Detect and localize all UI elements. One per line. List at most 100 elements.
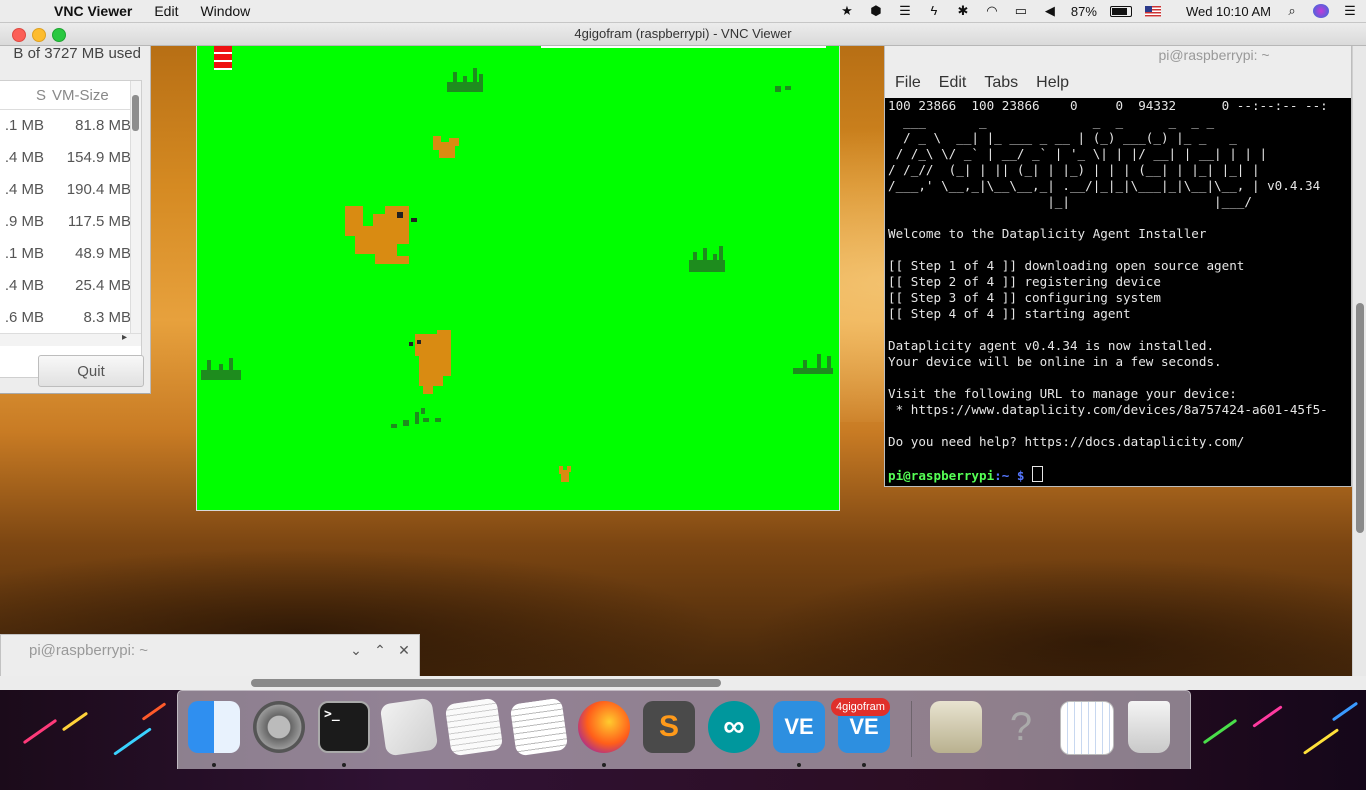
cell-rss: .4 MB (4, 277, 44, 294)
terminal-line: Dataplicity agent v0.4.34 is now install… (888, 338, 1215, 353)
trash-icon[interactable] (1128, 701, 1170, 753)
terminal-menu-edit[interactable]: Edit (939, 74, 967, 92)
vnc-viewer-icon[interactable]: VE (773, 701, 825, 753)
terminal-title-text: pi@raspberrypi: ~ (1158, 47, 1270, 63)
cell-rss: .1 MB (4, 117, 44, 134)
star-icon[interactable]: ★ (839, 4, 855, 18)
cell-rss: .4 MB (4, 149, 44, 166)
sublime-text-icon[interactable]: S (643, 701, 695, 753)
input-flag-icon[interactable] (1144, 5, 1161, 17)
running-indicator (862, 763, 866, 767)
terminal-line: [[ Step 2 of 4 ]] registering device (888, 274, 1161, 289)
status-area: ★ ⬢ ☰ ϟ ✱ ◠ ▭ ◀ 87% Wed 10:10 AM ⌕ ☰ (839, 0, 1358, 22)
spotlight-search-icon[interactable]: ⌕ (1284, 4, 1300, 18)
terminal-menu-file[interactable]: File (895, 74, 921, 92)
squirrel-sprite-large (345, 206, 417, 264)
terminal-prompt-line[interactable]: pi@raspberrypi:~ $ (885, 466, 1351, 483)
cell-rss: .4 MB (4, 181, 44, 198)
siri-icon[interactable] (1313, 4, 1329, 18)
minimized-terminal-window[interactable]: pi@raspberrypi: ~ ⌄ ⌃ ✕ (0, 634, 420, 678)
terminal-line: / _ \ __| |_ ___ _ __ | (_) ___(_) |_ _ … (888, 130, 1237, 145)
running-indicator (212, 763, 216, 767)
arduino-icon-label: ∞ (723, 710, 745, 743)
grass-tuft (391, 408, 441, 428)
drive-icon[interactable]: ☰ (897, 4, 913, 18)
cell-rss: .1 MB (4, 245, 44, 262)
wifi-icon[interactable]: ◠ (984, 4, 1000, 18)
table-row[interactable]: .1 MB 81.8 MB (0, 110, 141, 142)
battery-percent[interactable]: 87% (1071, 4, 1097, 19)
textedit-icon[interactable] (509, 697, 569, 757)
script-editor-icon[interactable] (379, 697, 439, 757)
squirrel-sprite-medium (409, 330, 451, 394)
calendar-icon[interactable] (1060, 701, 1114, 755)
scrollbar-thumb[interactable] (251, 679, 721, 687)
clock[interactable]: Wed 10:10 AM (1186, 4, 1271, 19)
terminal-title: pi@raspberrypi: ~ (885, 46, 1351, 67)
terminal-icon[interactable]: >_ (318, 701, 370, 753)
table-row[interactable]: .6 MB 8.3 MB (0, 302, 141, 334)
vnc-vertical-scrollbar[interactable] (1352, 45, 1366, 678)
volume-icon[interactable]: ◀ (1042, 4, 1058, 18)
preview-icon[interactable] (930, 701, 982, 753)
system-preferences-icon[interactable] (253, 701, 305, 753)
terminal-menubar: File Edit Tabs Help (895, 74, 1069, 92)
notification-center-icon[interactable]: ☰ (1342, 4, 1358, 18)
task-manager-window: B of 3727 MB used S VM-Size .1 MB 81.8 MB… (0, 45, 151, 394)
vertical-scrollbar[interactable] (130, 81, 141, 333)
scrollbar-thumb[interactable] (1356, 303, 1364, 533)
terminal-icon-label: >_ (324, 707, 340, 722)
arduino-icon[interactable]: ∞ (708, 701, 760, 753)
box-icon[interactable]: ⬢ (868, 4, 884, 18)
terminal-menu-tabs[interactable]: Tabs (984, 74, 1018, 92)
table-row[interactable]: .4 MB 154.9 MB (0, 142, 141, 174)
close-icon[interactable]: ✕ (397, 642, 411, 659)
battery-icon[interactable] (1109, 5, 1132, 17)
scrollbar-thumb[interactable] (132, 95, 139, 131)
column-header-vm-size[interactable]: VM-Size (52, 87, 109, 104)
cell-vm-size: 8.3 MB (83, 309, 131, 326)
textedit-preview-icon[interactable] (444, 697, 504, 757)
terminal-menu-help[interactable]: Help (1036, 74, 1069, 92)
finder-icon[interactable] (188, 701, 240, 753)
help-icon-label: ? (1009, 704, 1033, 749)
terminal-line: /___,' \__,_|\__\__,_| .__/|_|_|\___|_|\… (888, 178, 1321, 193)
bluetooth-icon[interactable]: ✱ (955, 4, 971, 18)
dock: >_ S ∞ VE VE ? (177, 690, 1191, 769)
table-row[interactable]: .9 MB 117.5 MB (0, 206, 141, 238)
airplay-icon[interactable]: ▭ (1013, 4, 1029, 18)
scroll-right-arrow-icon[interactable]: ▸ (122, 332, 127, 343)
minimize-icon[interactable]: ⌄ (349, 642, 363, 659)
table-row[interactable]: .4 MB 190.4 MB (0, 174, 141, 206)
cell-vm-size: 190.4 MB (66, 181, 131, 198)
terminal-line: [[ Step 3 of 4 ]] configuring system (888, 290, 1161, 305)
game-canvas[interactable] (196, 45, 840, 511)
vnc-horizontal-scrollbar[interactable] (0, 676, 1366, 690)
prompt-path: :~ $ (994, 468, 1025, 483)
grass-tuft (775, 86, 791, 92)
horizontal-scrollbar[interactable]: ▸ (0, 332, 141, 346)
terminal-line: 100 23866 100 23866 0 0 94332 0 --:--:--… (888, 98, 1328, 113)
firefox-icon[interactable] (578, 701, 630, 753)
quit-button[interactable]: Quit (38, 355, 144, 387)
menu-window[interactable]: Window (200, 3, 250, 19)
menu-edit[interactable]: Edit (154, 3, 178, 19)
table-row[interactable]: .1 MB 48.9 MB (0, 238, 141, 270)
column-header-rss[interactable]: S (36, 87, 46, 104)
table-row[interactable]: .4 MB 25.4 MB (0, 270, 141, 302)
maximize-icon[interactable]: ⌃ (373, 642, 387, 659)
terminal-line: Welcome to the Dataplicity Agent Install… (888, 226, 1207, 241)
text-cursor (1032, 466, 1044, 482)
app-menu[interactable]: VNC Viewer (54, 3, 132, 19)
table-header: S VM-Size (0, 81, 141, 110)
prompt-user: pi@raspberrypi (888, 468, 995, 483)
game-sprites (201, 68, 833, 482)
terminal-output[interactable]: 100 23866 100 23866 0 0 94332 0 --:--:--… (885, 98, 1351, 486)
terminal-line: Do you need help? https://docs.dataplici… (888, 434, 1245, 449)
process-table: S VM-Size .1 MB 81.8 MB .4 MB 154.9 MB .4 … (0, 80, 142, 378)
bolt-icon[interactable]: ϟ (926, 4, 942, 18)
help-icon[interactable]: ? (995, 701, 1047, 753)
